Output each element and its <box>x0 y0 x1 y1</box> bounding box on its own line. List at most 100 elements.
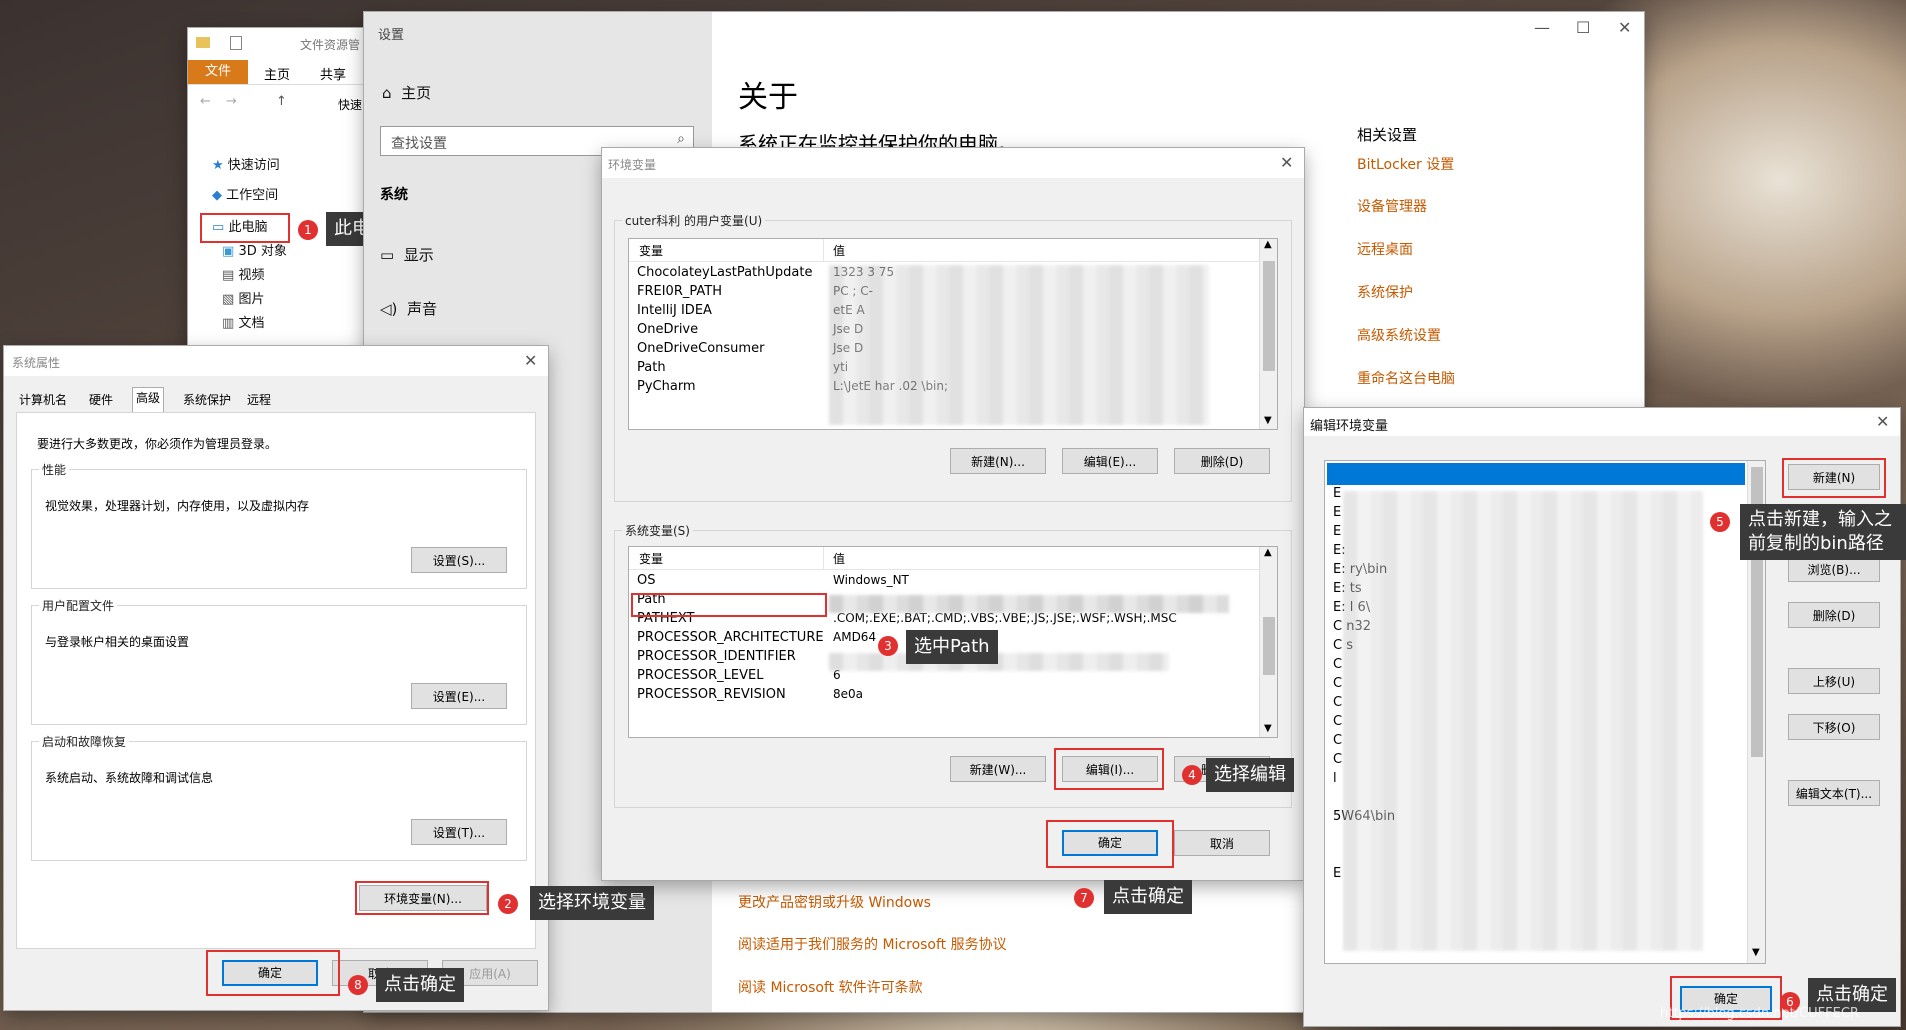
up-arrow-icon[interactable]: ↑ <box>276 94 287 109</box>
explorer-title: 文件资源管 <box>300 38 361 52</box>
scroll-thumb[interactable] <box>1263 261 1275 371</box>
user-edit-button[interactable]: 编辑(E)... <box>1062 448 1158 474</box>
user-delete-button[interactable]: 删除(D) <box>1174 448 1270 474</box>
user-var-name: OneDrive <box>637 322 699 337</box>
settings-nav-display[interactable]: ▭ 显示 <box>380 244 434 265</box>
link-device-manager[interactable]: 设备管理器 <box>1357 196 1427 216</box>
user-var-name: OneDriveConsumer <box>637 341 765 356</box>
watermark: https://blog.csdn.net/CUFFECR <box>1660 1006 1859 1021</box>
user-vars-scrollbar[interactable]: ▲ ▼ <box>1259 239 1277 429</box>
user-vars-label: cuter科利 的用户变量(U) <box>622 212 766 229</box>
system-var-row[interactable]: PROCESSOR_REVISION 8e0a <box>629 685 1259 704</box>
edit-env-var-dialog: 编辑环境变量 ✕ E E E E: E: ry\bin E: ts E: l 6\ C n3… <box>1304 408 1900 1026</box>
cube-icon: ▣ <box>222 244 235 259</box>
close-icon[interactable]: ✕ <box>1618 18 1631 37</box>
link-change-product-key[interactable]: 更改产品密钥或升级 Windows <box>738 892 931 912</box>
system-var-name: PROCESSOR_ARCHITECTURE <box>637 630 824 645</box>
path-entry-row[interactable] <box>1325 465 1745 484</box>
editenv-path-list[interactable]: E E E E: E: ry\bin E: ts E: l 6\ C n32 C sCCCCC… <box>1324 460 1766 964</box>
link-advanced-system-settings[interactable]: 高级系统设置 <box>1357 325 1441 345</box>
minimize-icon[interactable]: — <box>1534 18 1550 37</box>
tab-computer-name[interactable]: 计算机名 <box>16 390 70 410</box>
system-var-value: 8e0a <box>833 687 864 701</box>
blurred-path-entries <box>1343 491 1703 951</box>
blurred-path-value <box>829 595 1229 613</box>
address-path[interactable]: 快速 <box>338 96 362 113</box>
sys-scroll-thumb[interactable] <box>1263 617 1275 675</box>
tab-remote[interactable]: 远程 <box>244 390 274 410</box>
editenv-move-down-button[interactable]: 下移(O) <box>1788 714 1880 740</box>
envvars-cancel-button[interactable]: 取消 <box>1174 830 1270 856</box>
sys-scroll-down-icon[interactable]: ▼ <box>1264 723 1272 734</box>
sysprops-titlebar: 系统属性 ✕ <box>4 346 548 376</box>
step-callout-2: 选择环境变量 <box>530 886 654 920</box>
ribbon-tab-file[interactable]: 文件 <box>188 60 248 84</box>
user-new-button[interactable]: 新建(N)... <box>950 448 1046 474</box>
system-var-value: AMD64 <box>833 630 877 644</box>
performance-settings-button[interactable]: 设置(S)... <box>411 547 507 573</box>
system-col-variable[interactable]: 变量 <box>639 550 663 567</box>
editenv-close-icon[interactable]: ✕ <box>1876 412 1889 431</box>
editenv-delete-button[interactable]: 删除(D) <box>1788 602 1880 628</box>
path-entry-name: C <box>1333 714 1343 729</box>
sysprops-title: 系统属性 <box>12 356 61 370</box>
user-vars-list[interactable]: 变量 值 ChocolateyLastPathUpdate1323 3 75FR… <box>628 238 1278 430</box>
back-arrow-icon[interactable]: ← <box>200 94 211 109</box>
ribbon-tab-home[interactable]: 主页 <box>264 64 290 83</box>
nav-documents[interactable]: ▥ 文档 <box>222 312 264 331</box>
nav-videos[interactable]: ▤ 视频 <box>222 264 264 283</box>
ribbon-tab-share[interactable]: 共享 <box>320 64 346 83</box>
folder-icon <box>196 37 210 48</box>
settings-heading: 关于 <box>738 80 798 115</box>
forward-arrow-icon[interactable]: → <box>226 94 237 109</box>
user-col-variable[interactable]: 变量 <box>639 242 663 259</box>
tab-system-protection[interactable]: 系统保护 <box>180 390 234 410</box>
nav-pictures[interactable]: ▧ 图片 <box>222 288 264 307</box>
system-var-name: PROCESSOR_LEVEL <box>637 668 764 683</box>
nav-workspace[interactable]: ◆ 工作空间 <box>212 184 278 203</box>
system-vars-scrollbar[interactable]: ▲ ▼ <box>1259 547 1277 737</box>
tab-advanced[interactable]: 高级 <box>132 387 165 412</box>
editenv-move-up-button[interactable]: 上移(U) <box>1788 668 1880 694</box>
explorer-ribbon: 文件 主页 共享 <box>188 60 368 85</box>
scroll-up-icon[interactable]: ▲ <box>1264 239 1272 250</box>
editenv-titlebar: 编辑环境变量 ✕ <box>1304 408 1900 436</box>
path-entry-name: E <box>1333 524 1342 539</box>
tab-hardware[interactable]: 硬件 <box>86 390 116 410</box>
nav-quick-access[interactable]: ★ 快速访问 <box>212 154 280 173</box>
scroll-down-icon[interactable]: ▼ <box>1264 415 1272 426</box>
user-profiles-settings-button[interactable]: 设置(E)... <box>411 683 507 709</box>
path-entry-name: E <box>1333 486 1342 501</box>
link-rename-pc[interactable]: 重命名这台电脑 <box>1357 368 1455 388</box>
editenv-edit-text-button[interactable]: 编辑文本(T)... <box>1788 780 1880 806</box>
link-system-protection[interactable]: 系统保护 <box>1357 282 1413 302</box>
system-var-name: PROCESSOR_REVISION <box>637 687 786 702</box>
settings-home[interactable]: ⌂ 主页 <box>382 82 431 103</box>
sysprops-close-icon[interactable]: ✕ <box>524 351 537 370</box>
highlight-env-button <box>355 881 489 915</box>
explorer-address-bar: ← → ↑ 快速 <box>188 84 368 120</box>
settings-search-placeholder: 查找设置 <box>391 136 447 152</box>
path-entry-name: C <box>1333 657 1343 672</box>
link-bitlocker[interactable]: BitLocker 设置 <box>1357 154 1454 174</box>
maximize-icon[interactable]: ☐ <box>1576 18 1590 37</box>
system-new-button[interactable]: 新建(W)... <box>950 756 1046 782</box>
settings-nav-sound[interactable]: ◁) 声音 <box>380 298 437 319</box>
settings-window-controls: — ☐ ✕ <box>1524 18 1644 42</box>
startup-recovery-settings-button[interactable]: 设置(T)... <box>411 819 507 845</box>
link-license-terms[interactable]: 阅读 Microsoft 软件许可条款 <box>738 977 923 997</box>
sys-scroll-up-icon[interactable]: ▲ <box>1264 547 1272 558</box>
group-user-profiles-label: 用户配置文件 <box>39 597 118 614</box>
sysprops-tab-panel: 要进行大多数更改，你必须作为管理员登录。 性能 视觉效果，处理器计划，内存使用，… <box>16 412 536 949</box>
system-col-value[interactable]: 值 <box>833 550 845 567</box>
settings-section-system: 系统 <box>380 187 408 203</box>
step-badge-4: 4 <box>1182 765 1202 785</box>
envvars-close-icon[interactable]: ✕ <box>1280 153 1293 172</box>
step-badge-1: 1 <box>298 220 318 240</box>
link-remote-desktop[interactable]: 远程桌面 <box>1357 239 1413 259</box>
system-vars-header: 变量 值 <box>629 547 1259 570</box>
system-var-row[interactable]: OS Windows_NT <box>629 571 1259 590</box>
link-service-agreement[interactable]: 阅读适用于我们服务的 Microsoft 服务协议 <box>738 934 1007 954</box>
user-col-value[interactable]: 值 <box>833 242 845 259</box>
editenv-scroll-down-icon[interactable]: ▼ <box>1752 947 1760 958</box>
